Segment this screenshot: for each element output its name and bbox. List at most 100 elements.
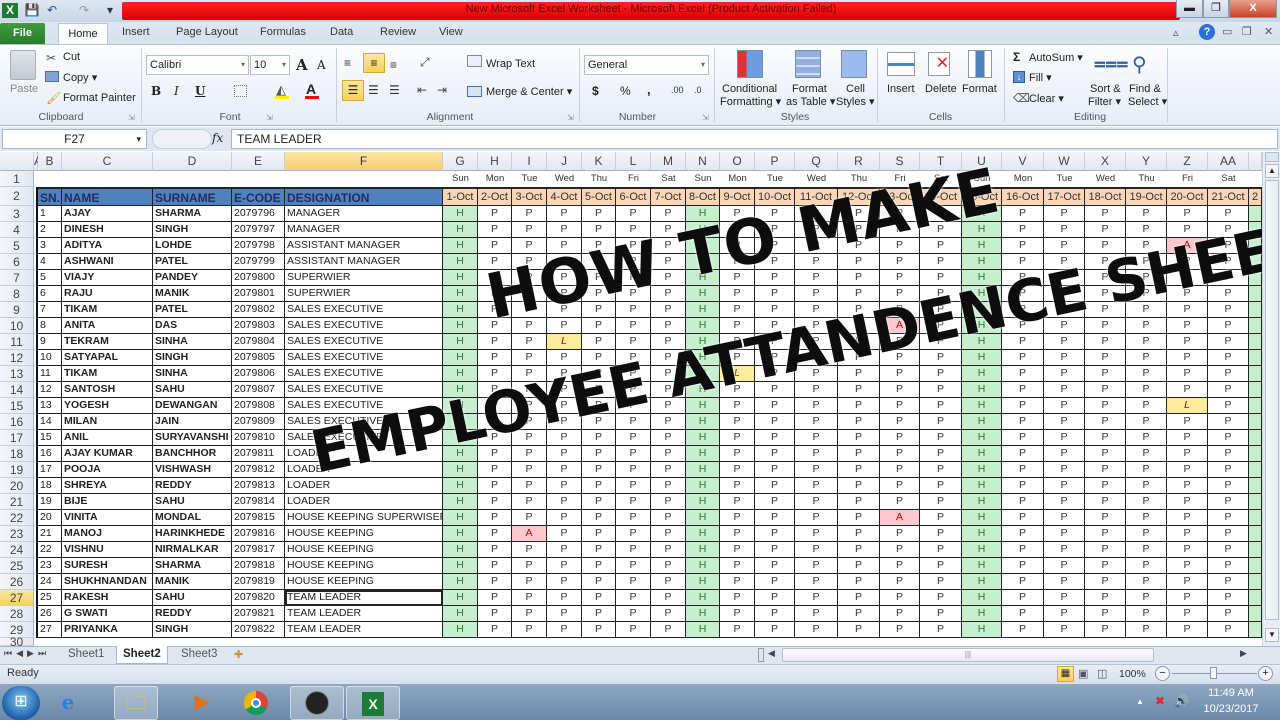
attendance-cell[interactable]: P <box>1126 350 1167 366</box>
attendance-cell[interactable]: P <box>512 574 547 590</box>
attendance-cell[interactable]: P <box>547 494 582 510</box>
attendance-cell[interactable]: P <box>1002 382 1044 398</box>
zoom-level[interactable]: 100% <box>1119 668 1146 680</box>
column-header-o[interactable]: O <box>720 152 755 171</box>
font-launcher-icon[interactable]: ⇲ <box>266 113 273 122</box>
align-center-icon[interactable]: ☰ <box>368 83 379 97</box>
insert-sheet-icon[interactable]: ✚ <box>234 648 243 661</box>
horizontal-scroll-thumb[interactable]: ||| <box>782 648 1154 662</box>
align-top-icon[interactable]: ≡ <box>344 56 351 70</box>
tab-page-layout[interactable]: Page Layout <box>176 26 238 38</box>
employee-sn[interactable]: 11 <box>38 366 62 382</box>
row-header-9[interactable]: 9 <box>0 302 34 318</box>
date-header[interactable]: 16-Oct <box>1002 187 1044 206</box>
employee-ecode[interactable]: 2079811 <box>232 446 285 462</box>
attendance-cell[interactable] <box>1249 526 1262 542</box>
attendance-cell[interactable]: P <box>720 478 755 494</box>
attendance-cell[interactable]: P <box>1002 238 1044 254</box>
date-header[interactable]: 8-Oct <box>686 187 720 206</box>
attendance-cell[interactable]: P <box>795 590 838 606</box>
attendance-cell[interactable]: P <box>582 606 616 622</box>
attendance-cell[interactable]: P <box>720 574 755 590</box>
column-header-d[interactable]: D <box>153 152 232 171</box>
attendance-cell[interactable]: P <box>616 542 651 558</box>
column-header-q[interactable]: Q <box>795 152 838 171</box>
employee-name[interactable]: SANTOSH <box>62 382 153 398</box>
attendance-cell[interactable]: P <box>720 494 755 510</box>
scroll-left-button[interactable]: ◀ <box>768 648 775 659</box>
employee-name[interactable]: RAJU <box>62 286 153 302</box>
employee-name[interactable]: SHREYA <box>62 478 153 494</box>
attendance-cell[interactable]: H <box>443 574 478 590</box>
attendance-cell[interactable]: P <box>1085 478 1126 494</box>
attendance-cell[interactable]: P <box>1208 446 1249 462</box>
attendance-cell[interactable]: H <box>443 366 478 382</box>
minimize-button[interactable]: ▬ <box>1176 0 1203 18</box>
attendance-cell[interactable]: H <box>443 542 478 558</box>
scroll-up-button[interactable]: ▲ <box>1265 164 1279 178</box>
attendance-cell[interactable]: P <box>582 430 616 446</box>
employee-name[interactable]: POOJA <box>62 462 153 478</box>
employee-designation[interactable]: HOUSE KEEPING <box>285 526 443 542</box>
attendance-cell[interactable]: P <box>755 430 795 446</box>
employee-ecode[interactable]: 2079813 <box>232 478 285 494</box>
attendance-cell[interactable] <box>1249 446 1262 462</box>
conditional-formatting-dropdown[interactable]: Formatting ▾ <box>720 95 781 108</box>
attendance-cell[interactable]: P <box>1208 382 1249 398</box>
employee-surname[interactable]: HARINKHEDE <box>153 526 232 542</box>
column-header-p[interactable]: P <box>755 152 795 171</box>
name-box[interactable]: F27 ▾ <box>2 129 147 149</box>
format-as-table-dropdown[interactable]: as Table ▾ <box>786 95 835 108</box>
employee-name[interactable]: TIKAM <box>62 366 153 382</box>
attendance-cell[interactable]: P <box>880 414 920 430</box>
attendance-cell[interactable]: P <box>1044 590 1085 606</box>
row-header-1[interactable]: 1 <box>0 171 34 187</box>
attendance-cell[interactable]: P <box>1044 462 1085 478</box>
vertical-scrollbar[interactable]: ▲ ▼ <box>1262 152 1280 646</box>
employee-sn[interactable]: 10 <box>38 350 62 366</box>
attendance-cell[interactable]: H <box>686 478 720 494</box>
attendance-cell[interactable]: P <box>1126 334 1167 350</box>
attendance-cell[interactable]: P <box>838 526 880 542</box>
attendance-cell[interactable]: H <box>686 606 720 622</box>
attendance-cell[interactable]: P <box>795 270 838 286</box>
attendance-cell[interactable]: P <box>616 206 651 222</box>
attendance-cell[interactable]: H <box>443 206 478 222</box>
row-header-17[interactable]: 17 <box>0 430 34 446</box>
currency-button[interactable]: $ <box>592 84 599 98</box>
column-header-b[interactable]: B <box>38 152 62 171</box>
tab-insert[interactable]: Insert <box>122 26 150 38</box>
attendance-cell[interactable]: P <box>1167 446 1208 462</box>
date-header[interactable]: 2-Oct <box>478 187 512 206</box>
attendance-cell[interactable]: P <box>720 446 755 462</box>
attendance-cell[interactable]: P <box>1085 526 1126 542</box>
column-header-z[interactable]: Z <box>1167 152 1208 171</box>
find-select-dropdown[interactable]: Select ▾ <box>1128 95 1167 108</box>
attendance-cell[interactable]: P <box>512 494 547 510</box>
attendance-cell[interactable]: P <box>547 446 582 462</box>
employee-name[interactable]: PRIYANKA <box>62 622 153 638</box>
network-icon[interactable]: ✖ <box>1155 694 1165 708</box>
align-left-icon[interactable]: ☰ <box>342 80 364 101</box>
employee-sn[interactable]: 21 <box>38 526 62 542</box>
employee-designation[interactable]: SALES EXECUTIVE <box>285 302 443 318</box>
attendance-cell[interactable]: P <box>582 206 616 222</box>
employee-sn[interactable]: 6 <box>38 286 62 302</box>
row-header-23[interactable]: 23 <box>0 526 34 542</box>
clipboard-launcher-icon[interactable]: ⇲ <box>128 113 135 122</box>
attendance-cell[interactable]: P <box>795 574 838 590</box>
workbook-restore-icon[interactable]: ❐ <box>1242 25 1252 38</box>
employee-ecode[interactable]: 2079809 <box>232 414 285 430</box>
attendance-cell[interactable]: P <box>547 206 582 222</box>
attendance-cell[interactable]: P <box>1002 222 1044 238</box>
employee-surname[interactable]: JAIN <box>153 414 232 430</box>
attendance-cell[interactable]: H <box>962 398 1002 414</box>
merge-center-button[interactable]: Merge & Center ▾ <box>486 85 572 98</box>
attendance-cell[interactable]: P <box>838 478 880 494</box>
attendance-cell[interactable]: P <box>1126 526 1167 542</box>
attendance-cell[interactable]: P <box>755 478 795 494</box>
normal-view-button[interactable]: ▦ <box>1057 666 1074 682</box>
attendance-cell[interactable]: P <box>838 446 880 462</box>
attendance-cell[interactable]: P <box>1126 446 1167 462</box>
minimize-ribbon-icon[interactable]: ▵ <box>1173 26 1179 39</box>
